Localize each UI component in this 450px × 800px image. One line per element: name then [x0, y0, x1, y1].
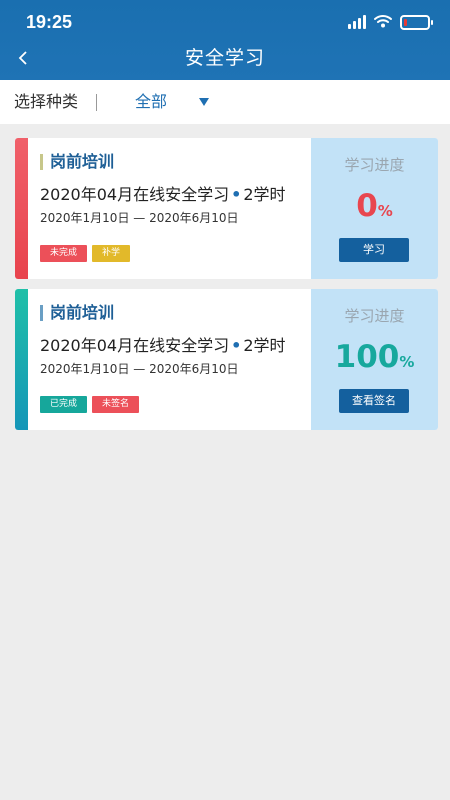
battery-icon [400, 14, 433, 30]
course-tags: 已完成 未签名 [40, 396, 140, 413]
progress-label: 学习进度 [344, 156, 405, 174]
filter-label: 选择种类 [14, 92, 79, 111]
course-dates: 2020年1月10日 — 2020年6月10日 [40, 362, 239, 376]
study-button[interactable]: 学习 [339, 238, 409, 262]
triangle-down-icon[interactable] [199, 98, 209, 106]
status-time: 19:25 [26, 12, 73, 32]
course-type: 岗前培训 [40, 303, 114, 323]
card-status-stripe [15, 138, 28, 279]
category-select[interactable]: 全部 [135, 80, 167, 124]
status-icons [348, 13, 433, 32]
course-card[interactable]: 岗前培训 2020年04月在线安全学习 • 2学时 2020年1月10日 — 202… [15, 138, 438, 279]
app-header: 19:25 安全学习 [0, 0, 450, 80]
card-status-stripe [15, 289, 28, 430]
status-badge-makeup: 补学 [92, 245, 131, 262]
status-badge-unsigned: 未签名 [92, 396, 140, 413]
wifi-icon [374, 13, 392, 32]
filter-divider [96, 94, 97, 111]
signal-icon [348, 15, 366, 29]
course-title: 2020年04月在线安全学习 • 2学时 [40, 336, 286, 355]
view-signature-button[interactable]: 查看签名 [339, 389, 409, 413]
progress-value: 0% [356, 188, 393, 224]
progress-panel: 学习进度 100% 查看签名 [311, 289, 438, 430]
course-card[interactable]: 岗前培训 2020年04月在线安全学习 • 2学时 2020年1月10日 — 202… [15, 289, 438, 430]
page-title: 安全学习 [184, 47, 265, 69]
course-type: 岗前培训 [40, 152, 114, 172]
progress-label: 学习进度 [344, 307, 405, 325]
category-filter-bar: 选择种类 全部 [0, 80, 450, 124]
progress-panel: 学习进度 0% 学习 [311, 138, 438, 279]
progress-value: 100% [334, 339, 415, 375]
status-badge-completed: 已完成 [40, 396, 88, 413]
course-tags: 未完成 补学 [40, 245, 131, 262]
status-badge-incomplete: 未完成 [40, 245, 88, 262]
course-dates: 2020年1月10日 — 2020年6月10日 [40, 211, 239, 225]
status-bar: 19:25 [0, 0, 450, 44]
course-title: 2020年04月在线安全学习 • 2学时 [40, 185, 286, 204]
